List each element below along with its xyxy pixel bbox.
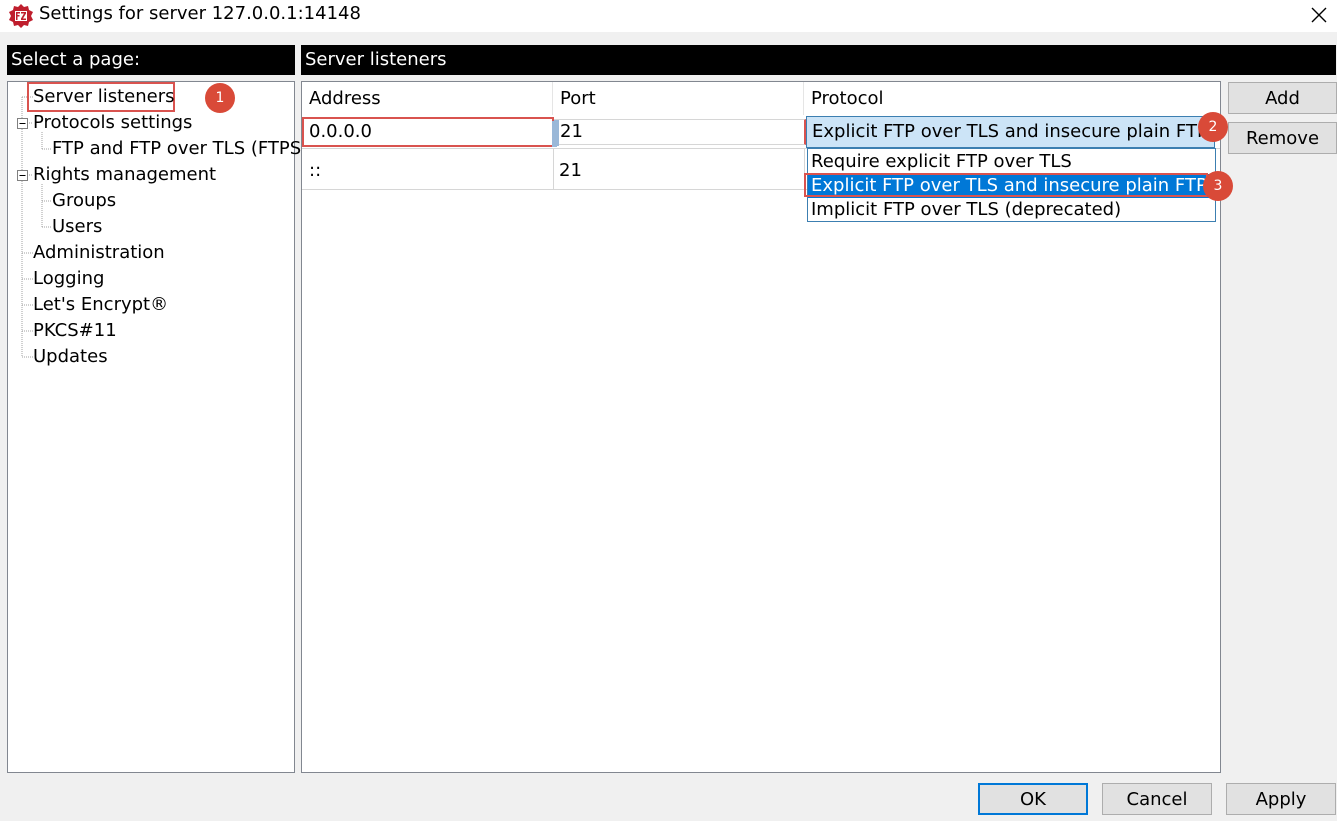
- column-header-address[interactable]: Address: [302, 82, 553, 115]
- page-tree[interactable]: Server listeners Protocols settings FTP …: [7, 81, 308, 773]
- port-cell[interactable]: 21: [559, 160, 582, 182]
- column-header-protocol[interactable]: Protocol: [804, 82, 1220, 115]
- port-value: 21: [560, 121, 583, 142]
- title-bar: Settings for server 127.0.0.1:14148: [0, 0, 1337, 32]
- tree-item-pkcs11[interactable]: PKCS#11: [33, 320, 117, 342]
- add-button[interactable]: Add: [1228, 82, 1337, 114]
- page-header: Server listeners: [301, 45, 1336, 75]
- cell-separator: [554, 120, 559, 146]
- annotation-box-3: [804, 173, 1208, 197]
- tree-item-administration[interactable]: Administration: [33, 242, 165, 264]
- cancel-button[interactable]: Cancel: [1102, 783, 1212, 815]
- protocol-combobox[interactable]: Explicit FTP over TLS and insecure plain…: [806, 116, 1215, 148]
- tree-item-lets-encrypt[interactable]: Let's Encrypt®: [33, 294, 168, 316]
- column-divider: [553, 148, 554, 189]
- protocol-combobox-value: Explicit FTP over TLS and insecure plain…: [812, 121, 1208, 142]
- protocol-option-require-explicit[interactable]: Require explicit FTP over TLS: [808, 150, 1215, 174]
- tree-item-users[interactable]: Users: [52, 216, 102, 238]
- annotation-badge-3: 3: [1203, 171, 1233, 201]
- address-value: 0.0.0.0: [309, 121, 372, 142]
- tree-item-protocols-settings[interactable]: Protocols settings: [33, 112, 192, 134]
- column-header-port[interactable]: Port: [553, 82, 804, 115]
- select-page-header: Select a page:: [7, 45, 295, 75]
- collapse-icon[interactable]: [17, 118, 28, 129]
- tree-item-groups[interactable]: Groups: [52, 190, 116, 212]
- tree-item-ftp-ftps[interactable]: FTP and FTP over TLS (FTPS): [52, 138, 308, 160]
- apply-button[interactable]: Apply: [1226, 783, 1336, 815]
- address-input[interactable]: 0.0.0.0: [302, 117, 557, 147]
- port-input[interactable]: 21: [554, 119, 806, 146]
- remove-button[interactable]: Remove: [1228, 122, 1337, 154]
- close-button[interactable]: [1300, 0, 1337, 30]
- filezilla-logo-icon: [9, 4, 33, 28]
- tree-item-rights-management[interactable]: Rights management: [33, 164, 216, 186]
- address-cell[interactable]: ::: [309, 160, 321, 182]
- annotation-badge-2: 2: [1198, 112, 1228, 142]
- ok-button[interactable]: OK: [978, 783, 1088, 815]
- tree-item-updates[interactable]: Updates: [33, 346, 108, 368]
- protocol-option-implicit[interactable]: Implicit FTP over TLS (deprecated): [808, 198, 1215, 222]
- close-icon[interactable]: [1311, 7, 1327, 23]
- window-title: Settings for server 127.0.0.1:14148: [39, 3, 361, 24]
- annotation-badge-1: 1: [205, 83, 235, 113]
- tree-item-server-listeners[interactable]: Server listeners: [33, 86, 175, 108]
- collapse-icon[interactable]: [17, 170, 28, 181]
- tree-item-logging[interactable]: Logging: [33, 268, 104, 290]
